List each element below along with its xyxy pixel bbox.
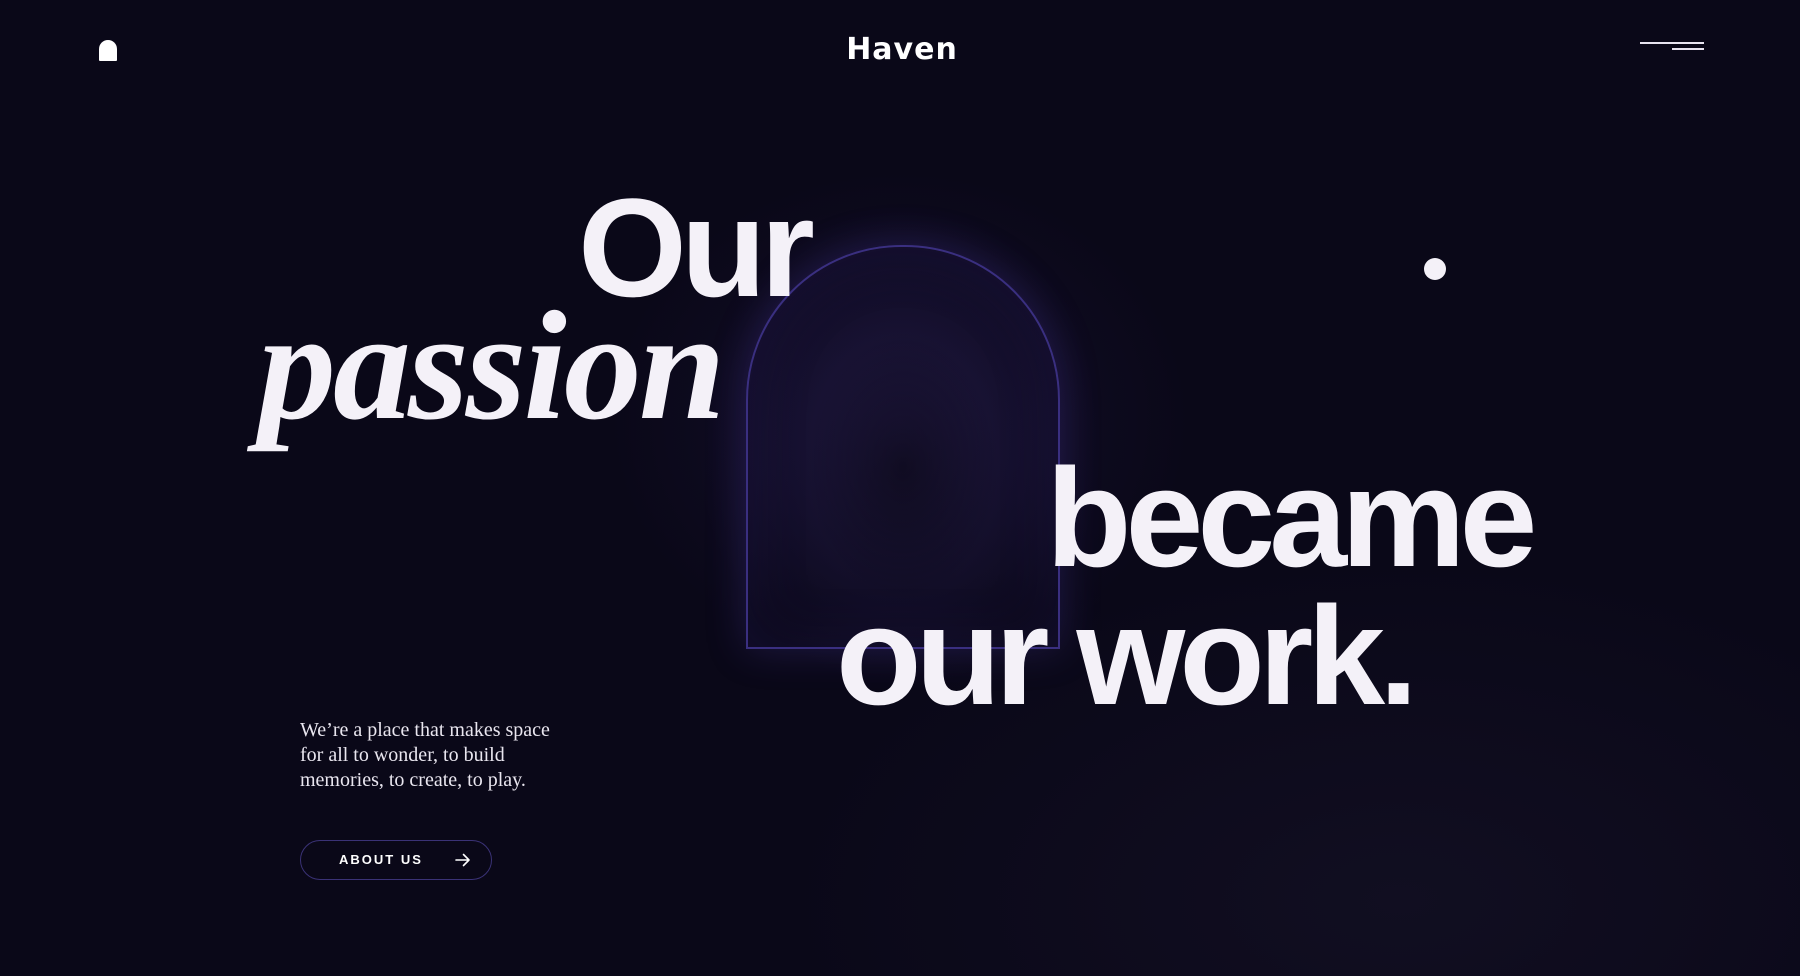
- headline-our-work: our work.: [836, 577, 1418, 734]
- menu-button[interactable]: [1638, 36, 1708, 56]
- about-us-button[interactable]: ABOUT US: [300, 840, 492, 880]
- brand-logo[interactable]: Haven: [843, 30, 961, 70]
- decorative-dot: [1424, 258, 1446, 280]
- site-header: Haven: [0, 0, 1800, 100]
- headline-passion: passion: [258, 279, 726, 452]
- menu-icon-line: [1672, 48, 1704, 50]
- menu-icon: [1640, 42, 1704, 44]
- arrow-right-icon: [455, 853, 471, 867]
- headline-became: became: [1046, 439, 1537, 596]
- intro-text: We’re a place that makes space for all t…: [300, 719, 550, 791]
- arch-icon[interactable]: [99, 40, 117, 61]
- about-us-label: ABOUT US: [339, 852, 423, 867]
